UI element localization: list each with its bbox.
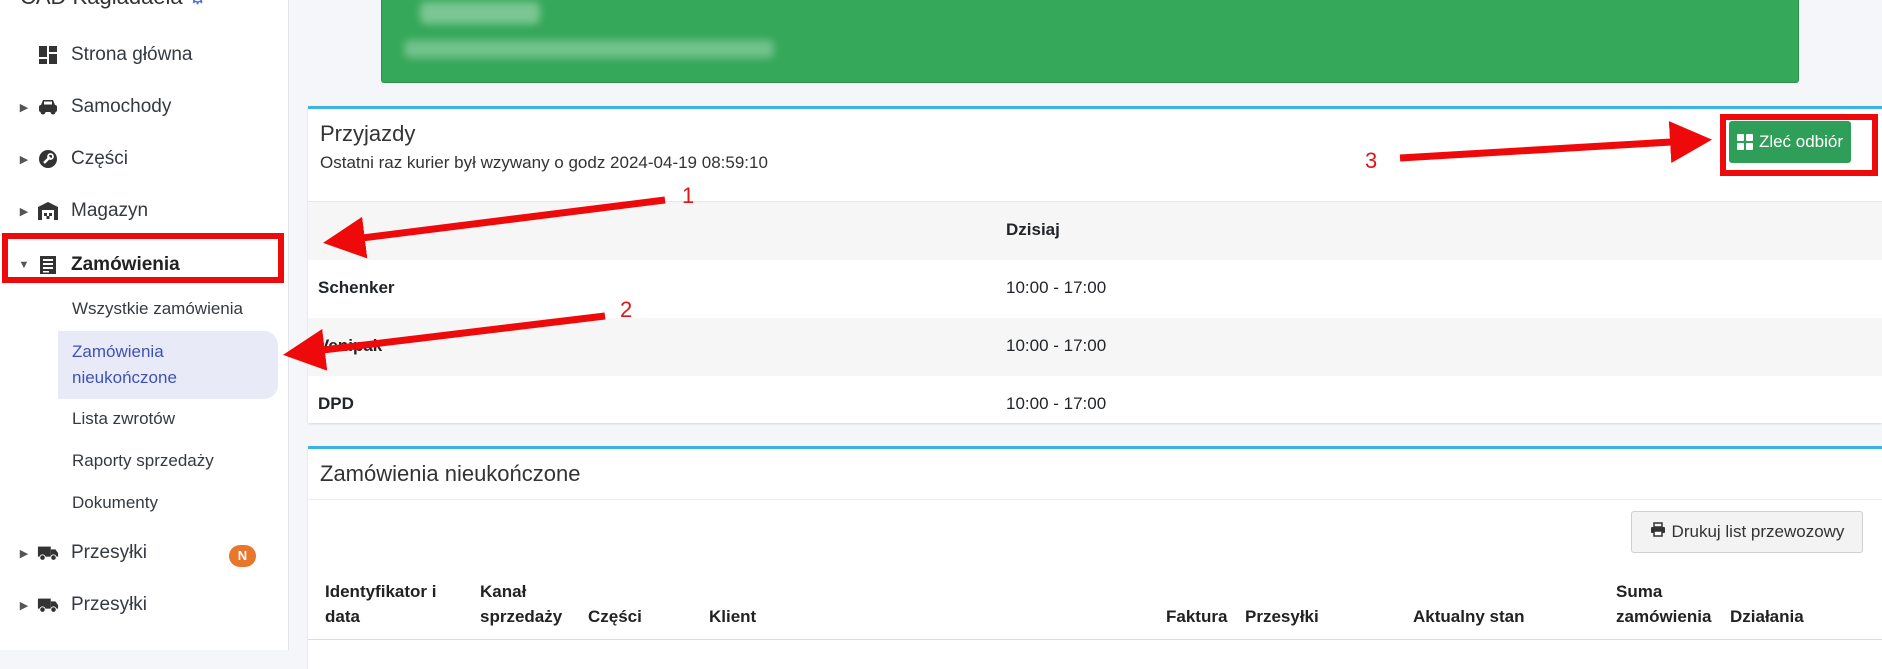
- wrench-icon: [37, 148, 59, 170]
- sidebar-item-warehouse[interactable]: ▶ Magazyn: [0, 191, 288, 231]
- new-badge: N: [229, 545, 256, 567]
- caret-right-icon: ▶: [19, 599, 29, 612]
- column-header-status[interactable]: Aktualny stan: [1413, 604, 1524, 629]
- column-header-actions[interactable]: Działania: [1730, 604, 1804, 629]
- arrivals-subtitle: Ostatni raz kurier był wzywany o godz 20…: [320, 153, 768, 172]
- sidebar-item-cars[interactable]: ▶ Samochody: [0, 87, 288, 127]
- column-header-id-date[interactable]: Identyfikator i data: [325, 579, 445, 629]
- sidebar-item-label: Przesyłki: [71, 542, 148, 563]
- car-icon: [37, 96, 59, 118]
- sidebar-item-shipments-2[interactable]: ▶ Przesyłki: [0, 585, 288, 625]
- blurred-alert-title: [420, 2, 540, 24]
- column-header-client[interactable]: Klient: [709, 604, 756, 629]
- dashboard-icon: [37, 44, 59, 66]
- column-header-order-total[interactable]: Suma zamówienia: [1616, 579, 1726, 629]
- blurred-alert-text: [404, 40, 774, 58]
- truck-icon: [37, 542, 59, 564]
- sidebar: CAD Kagiadaeia⚙ Strona główna ▶ Samochod…: [0, 0, 289, 650]
- arrivals-title: Przyjazdy: [320, 121, 416, 146]
- caret-right-icon: ▶: [19, 153, 29, 166]
- sidebar-subitem-sales-reports[interactable]: Raporty sprzedaży: [72, 451, 214, 471]
- sidebar-subitem-returns[interactable]: Lista zwrotów: [72, 409, 175, 429]
- caret-right-icon: ▶: [19, 547, 29, 560]
- sidebar-subitem-unfinished-orders[interactable]: Zamówienia nieukończone: [72, 339, 192, 391]
- brand-title[interactable]: CAD Kagiadaeia⚙: [20, 0, 207, 10]
- truck-icon: [37, 594, 59, 616]
- column-header-today: Dzisiaj: [1006, 220, 1060, 239]
- sidebar-subitem-all-orders[interactable]: Wszystkie zamówienia: [72, 299, 243, 319]
- column-header-invoice[interactable]: Faktura: [1166, 604, 1227, 629]
- table-row: DPD 10:00 - 17:00: [318, 394, 1107, 413]
- unfinished-orders-card: Zamówienia nieukończone Drukuj list prze…: [308, 446, 1882, 669]
- annotation-box-pickup: [1720, 114, 1878, 176]
- annotation-label-3: 3: [1365, 148, 1378, 173]
- printer-icon: [1650, 522, 1666, 542]
- annotation-box-orders: [2, 233, 284, 283]
- sidebar-item-label: Przesyłki: [71, 594, 148, 615]
- sidebar-subitem-documents[interactable]: Dokumenty: [72, 493, 158, 513]
- sidebar-item-label: Samochody: [71, 96, 172, 117]
- sidebar-item-label: Strona główna: [71, 44, 193, 65]
- info-alert: [381, 0, 1799, 83]
- arrivals-card: Przyjazdy Ostatni raz kurier był wzywany…: [308, 106, 1882, 423]
- sidebar-item-label: Magazyn: [71, 200, 149, 221]
- column-header-parts[interactable]: Części: [588, 604, 642, 629]
- gear-icon[interactable]: ⚙: [189, 0, 207, 10]
- table-row: Venipak 10:00 - 17:00: [308, 318, 1882, 376]
- caret-right-icon: ▶: [19, 205, 29, 218]
- column-header-sales-channel[interactable]: Kanał sprzedaży: [480, 579, 570, 629]
- sidebar-item-label: Części: [71, 148, 129, 169]
- sidebar-item-parts[interactable]: ▶ Części: [0, 139, 288, 179]
- caret-right-icon: ▶: [19, 101, 29, 114]
- divider: [308, 639, 1882, 640]
- divider: [308, 499, 1882, 500]
- annotation-label-1: 1: [682, 183, 695, 208]
- annotation-label-2: 2: [620, 297, 633, 322]
- sidebar-item-home[interactable]: Strona główna: [0, 35, 288, 75]
- orders-title: Zamówienia nieukończone: [320, 461, 581, 486]
- table-row: Schenker 10:00 - 17:00: [318, 278, 1107, 297]
- warehouse-icon: [37, 200, 59, 222]
- print-waybill-button[interactable]: Drukuj list przewozowy: [1631, 511, 1863, 553]
- arrivals-table-header: Dzisiaj: [308, 202, 1882, 260]
- column-header-shipments[interactable]: Przesyłki: [1245, 604, 1319, 629]
